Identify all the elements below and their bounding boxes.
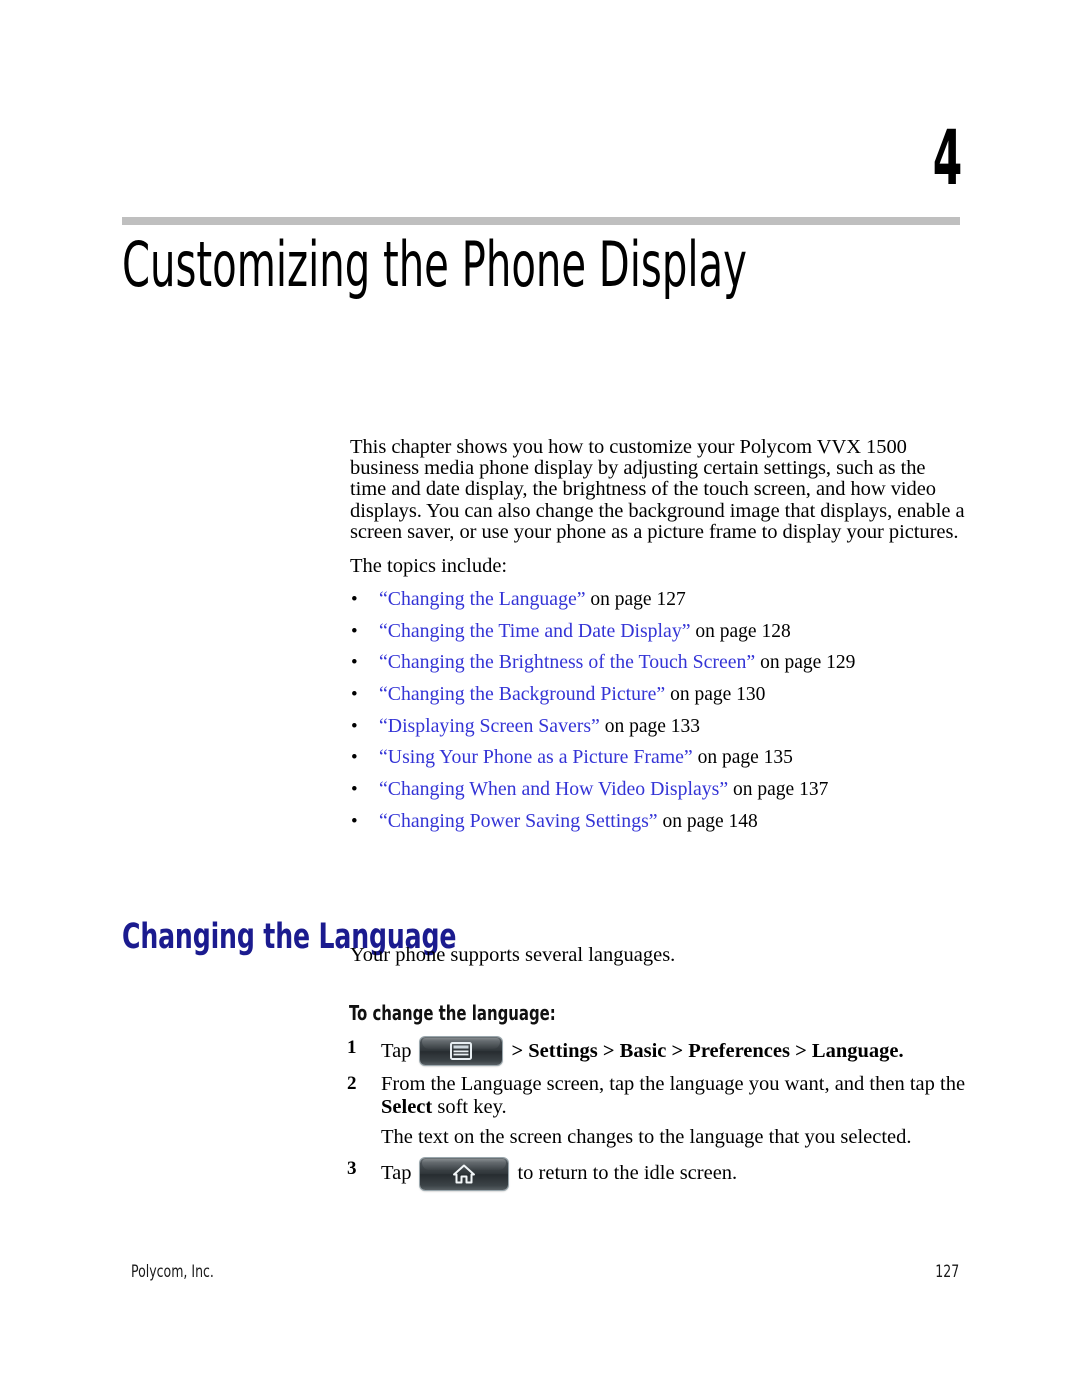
step-2-line2-rest: soft key.: [437, 1095, 507, 1118]
footer-page-number: 127: [935, 1262, 959, 1282]
bullet-icon: •: [351, 589, 358, 610]
topic-page-ref: on page 135: [697, 747, 793, 769]
bullet-icon: •: [351, 684, 358, 706]
list-item[interactable]: • “Changing the Time and Date Display” on…: [350, 620, 970, 652]
chapter-number: 4: [933, 113, 962, 202]
document-page: 4 Customizing the Phone Display This cha…: [0, 0, 1080, 1397]
step-number: 3: [347, 1157, 357, 1179]
procedure-heading: To change the language:: [349, 1001, 556, 1025]
step-1: 1 Tap > Settings > Basic > Preferences >…: [345, 1037, 970, 1065]
list-item[interactable]: • “Using Your Phone as a Picture Frame” o…: [350, 746, 970, 778]
topic-page-ref: on page 129: [760, 652, 856, 674]
topic-page-ref: on page 127: [590, 589, 686, 610]
topic-link[interactable]: “Using Your Phone as a Picture Frame”: [379, 746, 693, 768]
step-1-text-before: Tap: [381, 1039, 412, 1062]
step-2-bold-word: Select: [381, 1095, 433, 1118]
home-key-icon[interactable]: [420, 1157, 509, 1190]
bullet-icon: •: [351, 779, 358, 801]
step-3-text-before: Tap: [381, 1162, 412, 1185]
list-item[interactable]: • “Changing the Brightness of the Touch S…: [350, 651, 970, 683]
topic-link[interactable]: “Changing the Time and Date Display”: [379, 620, 691, 642]
footer-company: Polycom, Inc.: [131, 1262, 214, 1282]
list-item[interactable]: • “Changing Power Saving Settings” on pag…: [350, 810, 970, 842]
procedure-step-list: 1 Tap > Settings > Basic > Preferences >…: [345, 1037, 970, 1198]
intro-paragraph: This chapter shows you how to customize …: [350, 436, 965, 543]
bullet-icon: •: [351, 620, 358, 642]
step-2: 2 From the Language screen, tap the lang…: [345, 1073, 970, 1118]
topic-link[interactable]: “Displaying Screen Savers”: [379, 715, 600, 737]
house-glyph: [452, 1163, 476, 1184]
step-1-text-after: > Settings > Basic > Preferences > Langu…: [511, 1039, 904, 1062]
header-rule-divider: [122, 217, 960, 225]
menu-key-icon[interactable]: [420, 1037, 503, 1065]
topics-include-label: The topics include:: [350, 555, 508, 578]
step-3: 3 Tap to return to the idle screen.: [345, 1157, 970, 1190]
topic-link[interactable]: “Changing When and How Video Displays”: [379, 778, 728, 800]
topic-link[interactable]: “Changing the Language”: [379, 588, 586, 610]
topic-link[interactable]: “Changing the Brightness of the Touch Sc…: [379, 651, 755, 673]
bullet-icon: •: [351, 747, 358, 769]
list-item[interactable]: • “Changing When and How Video Displays” …: [350, 778, 970, 810]
intro-block: This chapter shows you how to customize …: [350, 436, 965, 578]
list-item[interactable]: • “Changing the Background Picture” on pa…: [350, 683, 970, 715]
step-result-note: The text on the screen changes to the la…: [381, 1126, 912, 1148]
list-item[interactable]: • “Displaying Screen Savers” on page 133: [350, 715, 970, 747]
step-3-text-after: to return to the idle screen.: [517, 1162, 738, 1185]
topic-link-list: • “Changing the Language” on page 127 • “C…: [350, 588, 970, 842]
menu-window-glyph: [450, 1042, 473, 1060]
page-title: Customizing the Phone Display: [122, 228, 747, 301]
topic-page-ref: on page 128: [695, 620, 791, 642]
topic-page-ref: on page 148: [662, 810, 758, 832]
topic-page-ref: on page 133: [604, 715, 701, 737]
list-item[interactable]: • “Changing the Language” on page 127: [350, 588, 970, 620]
bullet-icon: •: [351, 810, 358, 832]
topic-link[interactable]: “Changing the Background Picture”: [379, 683, 665, 705]
bullet-icon: •: [351, 715, 358, 737]
step-number: 1: [347, 1037, 357, 1058]
step-number: 2: [347, 1073, 357, 1094]
topic-link[interactable]: “Changing Power Saving Settings”: [379, 810, 658, 832]
topic-page-ref: on page 130: [670, 684, 766, 706]
step-2-line1: From the Language screen, tap the langua…: [381, 1073, 966, 1095]
topic-page-ref: on page 137: [733, 779, 829, 801]
section-intro-text: Your phone supports several languages.: [350, 944, 676, 966]
bullet-icon: •: [351, 652, 358, 674]
